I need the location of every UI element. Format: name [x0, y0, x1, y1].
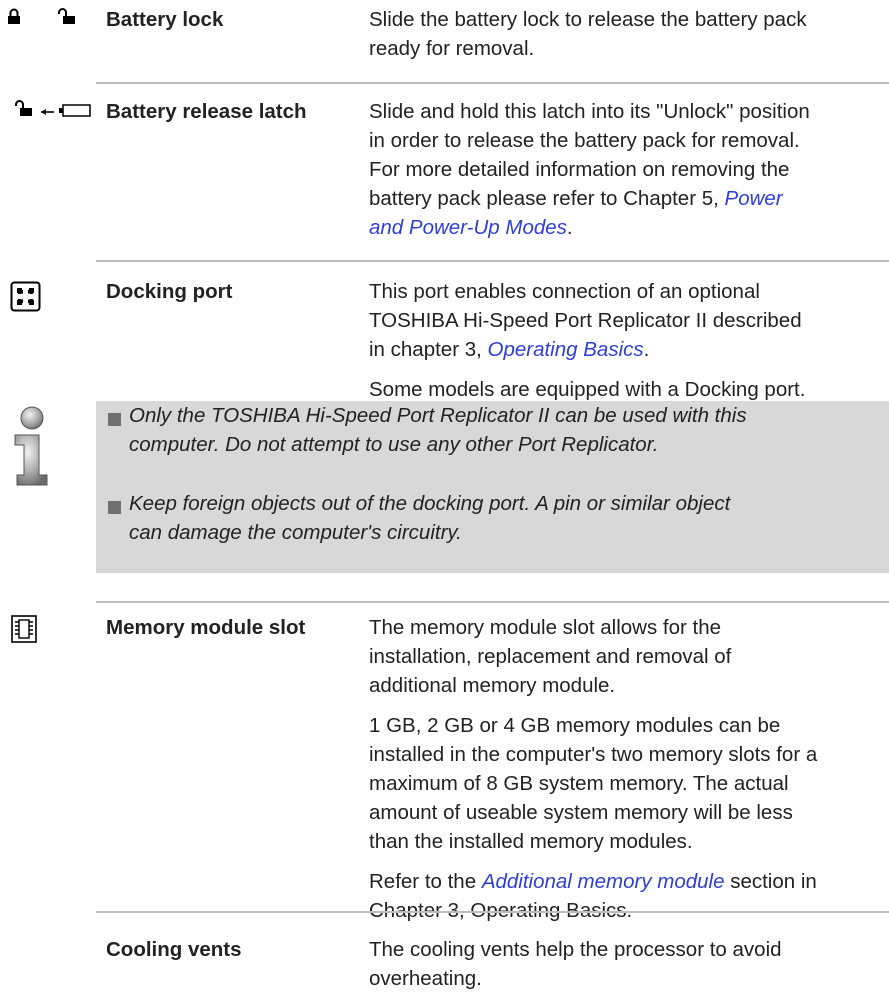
- description-line: The cooling vents help the processor to …: [369, 938, 782, 961]
- memory-module-slot-term: Memory module slot: [106, 616, 306, 639]
- row-divider: [96, 601, 889, 603]
- memory-chip-icon: [11, 615, 37, 643]
- description-paragraph: 1 GB, 2 GB or 4 GB memory modules can be…: [369, 711, 889, 856]
- battery-release-icon: [15, 100, 91, 117]
- power-modes-link[interactable]: and Power-Up Modes: [369, 216, 567, 239]
- lock-closed-icon: [7, 8, 21, 25]
- description-line: than the installed memory modules.: [369, 830, 693, 853]
- text: battery pack please refer to Chapter 5,: [369, 187, 725, 210]
- description-paragraph: Some models are equipped with a Docking …: [369, 378, 806, 401]
- description-line: 1 GB, 2 GB or 4 GB memory modules can be: [369, 714, 781, 737]
- row-divider: [96, 82, 889, 84]
- description-line: Slide and hold this latch into its "Unlo…: [369, 100, 810, 123]
- description-line: in order to release the battery pack for…: [369, 129, 800, 152]
- battery-lock-term: Battery lock: [106, 8, 224, 31]
- note-box: Only the TOSHIBA Hi-Speed Port Replicato…: [96, 401, 889, 573]
- description-line: For more detailed information on removin…: [369, 158, 790, 181]
- description-line: installed in the computer's two memory s…: [369, 743, 818, 766]
- description-line: ready for removal.: [369, 37, 535, 60]
- description-line: amount of useable system memory will be …: [369, 801, 793, 824]
- lock-open-icon: [57, 8, 77, 25]
- docking-port-term: Docking port: [106, 280, 233, 303]
- battery-release-latch-term: Battery release latch: [106, 100, 307, 123]
- text: section in: [724, 870, 817, 893]
- description-line: This port enables connection of an optio…: [369, 280, 760, 303]
- battery-release-icons: [14, 100, 96, 118]
- battery-lock-description: Slide the battery lock to release the ba…: [369, 5, 889, 63]
- description-paragraph: This port enables connection of an optio…: [369, 277, 889, 364]
- description-line: battery pack please refer to Chapter 5, …: [369, 184, 889, 213]
- operating-basics-link[interactable]: Operating Basics: [488, 338, 644, 361]
- note-item: Only the TOSHIBA Hi-Speed Port Replicato…: [129, 401, 884, 459]
- description-line: additional memory module.: [369, 674, 616, 697]
- battery-release-latch-description: Slide and hold this latch into its "Unlo…: [369, 97, 889, 242]
- description-paragraph: Refer to the Additional memory module se…: [369, 867, 889, 925]
- description-line: Slide the battery lock to release the ba…: [369, 8, 807, 31]
- docking-port-icon: [10, 281, 41, 312]
- memory-module-slot-description: The memory module slot allows for the in…: [369, 613, 889, 925]
- note-line: computer. Do not attempt to use any othe…: [129, 433, 659, 456]
- text: .: [566, 216, 573, 239]
- bullet-icon: [108, 501, 121, 514]
- text: Refer to the: [369, 870, 482, 893]
- description-line: overheating.: [369, 967, 482, 990]
- note-line: Keep foreign objects out of the docking …: [129, 492, 731, 515]
- description-line: Refer to the Additional memory module se…: [369, 867, 889, 896]
- text: in chapter 3,: [369, 338, 488, 361]
- description-paragraph: The memory module slot allows for the in…: [369, 613, 889, 700]
- cooling-vents-term: Cooling vents: [106, 938, 242, 961]
- row-divider: [96, 260, 889, 262]
- additional-memory-module-link[interactable]: Additional memory module: [482, 870, 725, 893]
- description-line: maximum of 8 GB system memory. The actua…: [369, 772, 789, 795]
- description-line: The memory module slot allows for the: [369, 616, 722, 639]
- description-line: installation, replacement and removal of: [369, 645, 732, 668]
- description-line: in chapter 3, Operating Basics.: [369, 335, 889, 364]
- note-line: can damage the computer's circuitry.: [129, 521, 462, 544]
- row-divider: [96, 911, 889, 913]
- text: .: [643, 338, 650, 361]
- note-item: Keep foreign objects out of the docking …: [129, 489, 884, 547]
- power-modes-link[interactable]: Power: [725, 187, 783, 210]
- note-line: Only the TOSHIBA Hi-Speed Port Replicato…: [129, 404, 747, 427]
- info-icon: [3, 405, 61, 487]
- docking-port-description: This port enables connection of an optio…: [369, 277, 889, 404]
- cooling-vents-description: The cooling vents help the processor to …: [369, 935, 889, 993]
- bullet-icon: [108, 413, 121, 426]
- description-line: and Power-Up Modes.: [369, 213, 889, 242]
- description-line: TOSHIBA Hi-Speed Port Replicator II desc…: [369, 309, 802, 332]
